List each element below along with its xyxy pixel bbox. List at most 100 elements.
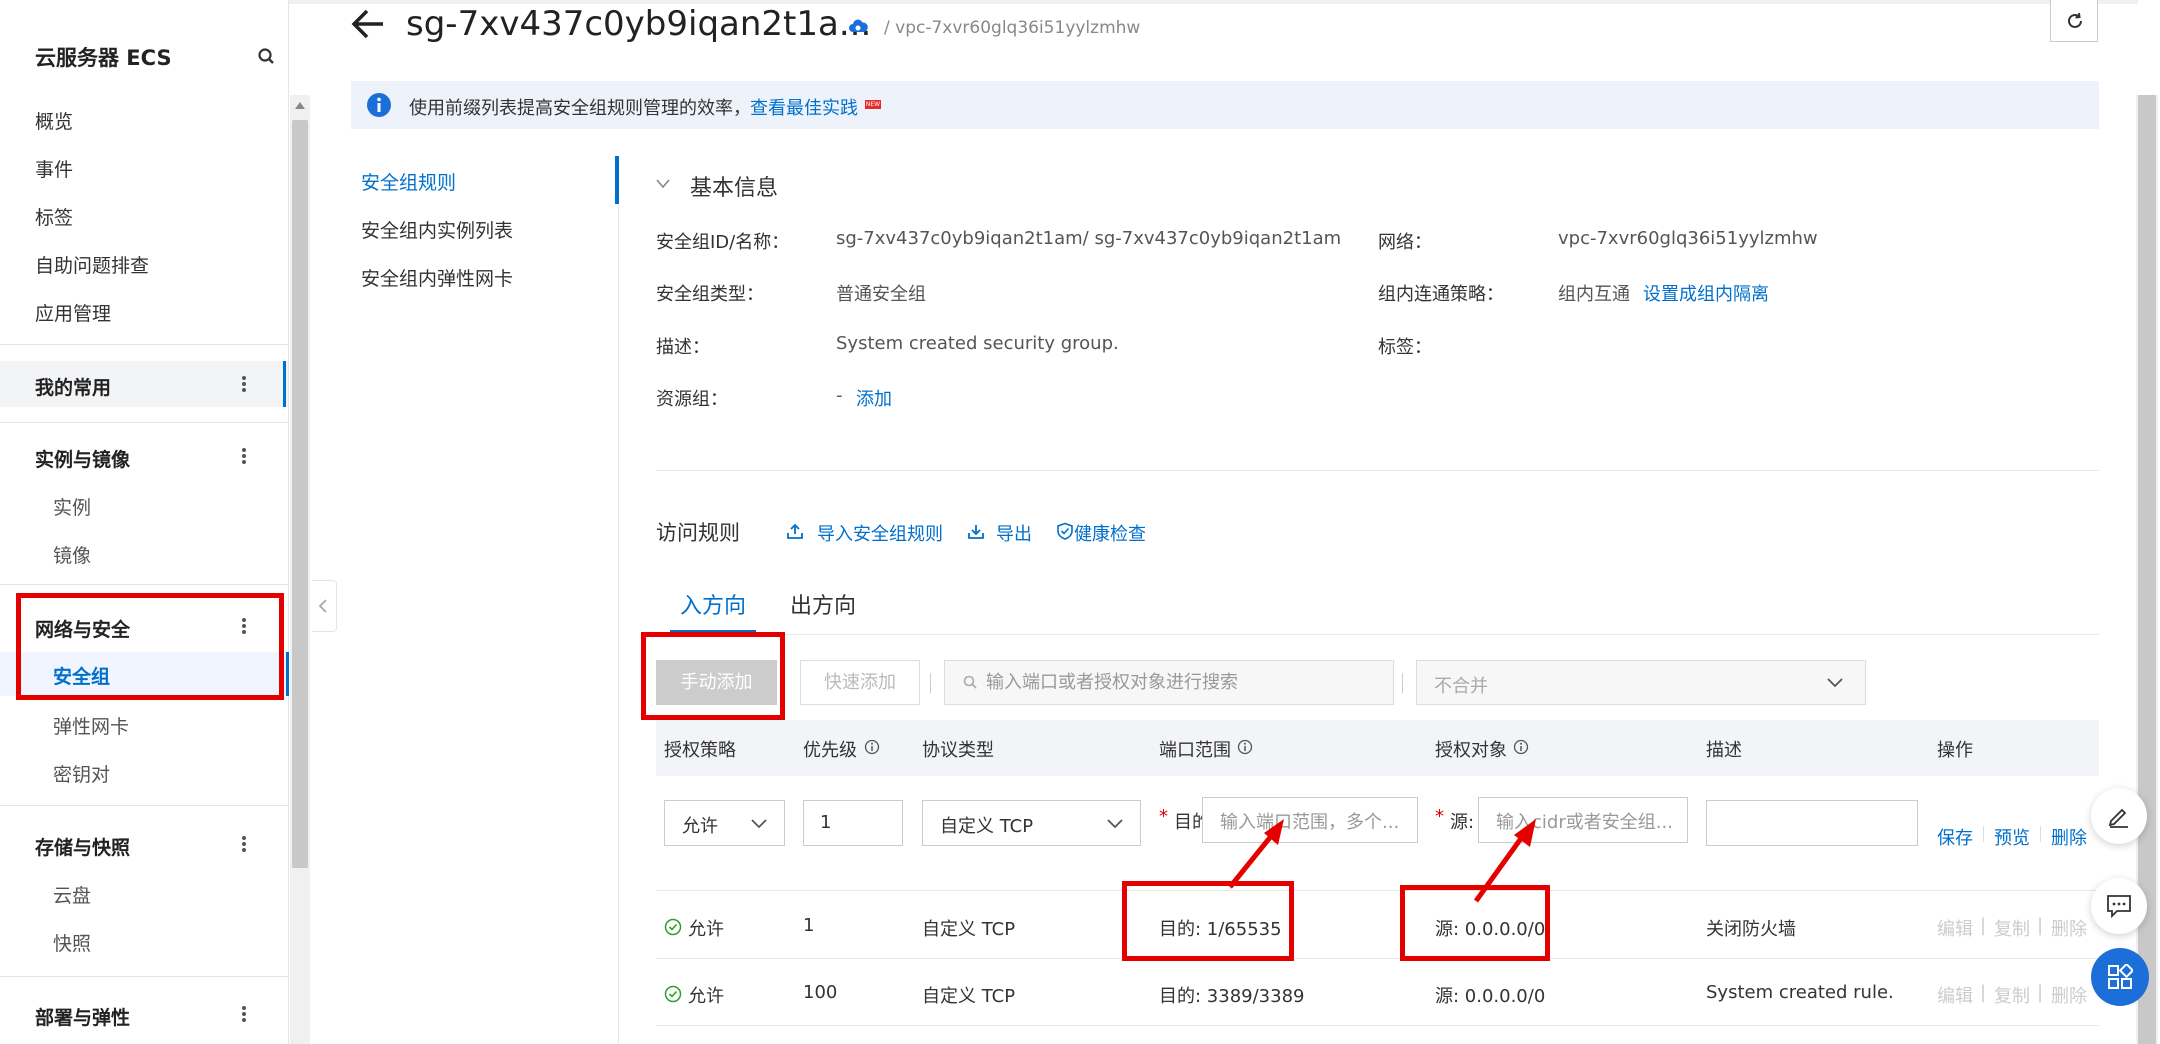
best-practice-link[interactable]: 查看最佳实践 [750, 94, 858, 120]
info-circle-icon[interactable] [864, 739, 880, 755]
delete-link[interactable]: 删除 [2051, 982, 2087, 1008]
required-mark: * [1159, 806, 1168, 827]
sidebar-item-instances[interactable]: 实例 [53, 493, 91, 520]
storage-more-icon[interactable] [241, 834, 247, 854]
sidebar-item-snapshots[interactable]: 快照 [53, 929, 91, 956]
tab-outbound[interactable]: 出方向 [790, 588, 856, 620]
scroll-up-icon[interactable] [294, 100, 306, 112]
sidebar-group-instances[interactable]: 实例与镜像 [35, 445, 130, 472]
save-link[interactable]: 保存 [1937, 824, 1973, 850]
sidebar-item-keypair[interactable]: 密钥对 [53, 760, 110, 787]
sidebar-collapse-button[interactable] [312, 580, 337, 632]
refresh-icon [2068, 12, 2082, 28]
priority-input[interactable] [803, 800, 903, 846]
preview-link[interactable]: 预览 [1994, 824, 2030, 850]
access-rules-title: 访问规则 [656, 521, 740, 545]
column-header-actions: 操作 [1937, 740, 1973, 761]
sidebar-item-troubleshoot[interactable]: 自助问题排查 [35, 251, 149, 278]
resource-group-label: 资源组： [656, 389, 728, 410]
edit-link[interactable]: 编辑 [1937, 982, 1973, 1008]
app-grid-button[interactable] [2091, 948, 2149, 1006]
health-check-link[interactable]: 健康检查 [1074, 520, 1146, 546]
sidebar-item-overview[interactable]: 概览 [35, 107, 73, 134]
sidebar-scrollbar-thumb[interactable] [292, 120, 308, 868]
description-input[interactable] [1706, 800, 1918, 846]
annotation-arrow [1473, 819, 1536, 903]
row-divider [656, 1025, 2099, 1026]
delete-link[interactable]: 删除 [2051, 824, 2087, 850]
separator [1402, 673, 1403, 693]
back-arrow-icon[interactable] [349, 4, 389, 44]
shield-check-icon [1057, 522, 1073, 540]
sidebar-item-tags[interactable]: 标签 [35, 203, 73, 230]
sg-id-value: sg-7xv437c0yb9iqan2t1am/ sg-7xv437c0yb9i… [836, 228, 1342, 249]
annotation-arrow [1228, 819, 1284, 889]
sg-type-value: 普通安全组 [836, 284, 926, 305]
sidebar-item-events[interactable]: 事件 [35, 155, 73, 182]
rule-protocol: 自定义 TCP [922, 919, 1016, 940]
check-circle-icon [664, 985, 682, 1003]
deploy-more-icon[interactable] [241, 1004, 247, 1024]
chat-button[interactable] [2091, 878, 2147, 934]
subnav-eni-list[interactable]: 安全组内弹性网卡 [361, 264, 513, 291]
divider [0, 344, 288, 345]
sidebar-item-disks[interactable]: 云盘 [53, 881, 91, 908]
sidebar-group-favorites[interactable]: 我的常用 [35, 373, 111, 400]
quick-add-button[interactable]: 快速添加 [800, 660, 920, 705]
import-rules-link[interactable]: 导入安全组规则 [817, 520, 943, 546]
row-divider [656, 890, 2099, 891]
sidebar-group-deploy[interactable]: 部署与弹性 [35, 1003, 130, 1030]
delete-link[interactable]: 删除 [2051, 915, 2087, 941]
rule-search-input[interactable] [986, 661, 1386, 703]
separator: | [2037, 915, 2044, 936]
tab-inbound[interactable]: 入方向 [680, 588, 746, 620]
instances-more-icon[interactable] [241, 446, 247, 466]
column-header-protocol: 协议类型 [922, 740, 994, 761]
download-icon [968, 525, 984, 539]
sidebar-group-storage[interactable]: 存储与快照 [35, 833, 130, 860]
set-isolation-link[interactable]: 设置成组内隔离 [1643, 280, 1769, 306]
resource-group-value: - [836, 385, 843, 406]
export-link[interactable]: 导出 [996, 520, 1032, 546]
add-resource-group-link[interactable]: 添加 [856, 385, 892, 411]
cloud-icon [849, 19, 868, 32]
copy-link[interactable]: 复制 [1994, 915, 2030, 941]
subnav-instance-list[interactable]: 安全组内实例列表 [361, 216, 513, 243]
sg-desc-label: 描述： [656, 337, 710, 358]
favorites-marker [283, 361, 286, 407]
basic-info-title: 基本信息 [690, 176, 779, 201]
sidebar-item-eni[interactable]: 弹性网卡 [53, 712, 129, 739]
sg-type-label: 安全组类型： [656, 284, 764, 305]
rule-description: System created rule. [1706, 982, 1894, 1003]
column-header-policy: 授权策略 [664, 740, 736, 761]
refresh-button[interactable] [2050, 0, 2098, 42]
breadcrumb[interactable]: / vpc-7xvr60glq36i51yylzmhw [884, 18, 1140, 38]
copy-link[interactable]: 复制 [1994, 982, 2030, 1008]
tag-label: 标签： [1378, 337, 1432, 358]
sidebar-item-app-management[interactable]: 应用管理 [35, 299, 111, 326]
info-circle-icon[interactable] [1513, 739, 1529, 755]
search-icon[interactable] [256, 46, 278, 68]
required-mark: * [1435, 806, 1444, 827]
check-circle-icon [664, 918, 682, 936]
column-header-priority: 优先级 [803, 740, 857, 761]
favorites-more-icon[interactable] [241, 374, 247, 394]
chevron-down-icon[interactable] [655, 177, 671, 191]
sidebar-item-images[interactable]: 镜像 [53, 541, 91, 568]
network-value: vpc-7xvr60glq36i51yylzmhw [1558, 228, 1818, 249]
protocol-select-value: 自定义 TCP [940, 816, 1034, 837]
feedback-edit-button[interactable] [2091, 788, 2147, 844]
upload-icon [787, 523, 803, 539]
pencil-icon [2108, 808, 2128, 828]
subnav-security-rules[interactable]: 安全组规则 [361, 168, 456, 195]
network-label: 网络： [1378, 232, 1432, 253]
merge-select-value: 不合并 [1434, 676, 1488, 697]
rule-port: 目的: 3389/3389 [1159, 986, 1305, 1007]
info-circle-icon[interactable] [1237, 739, 1253, 755]
sg-id-label: 安全组ID/名称： [656, 232, 790, 253]
info-banner-text: 使用前缀列表提高安全组规则管理的效率， [409, 98, 751, 119]
separator [1983, 826, 1984, 842]
separator: | [1980, 915, 1987, 936]
edit-link[interactable]: 编辑 [1937, 915, 1973, 941]
info-icon [367, 93, 391, 117]
